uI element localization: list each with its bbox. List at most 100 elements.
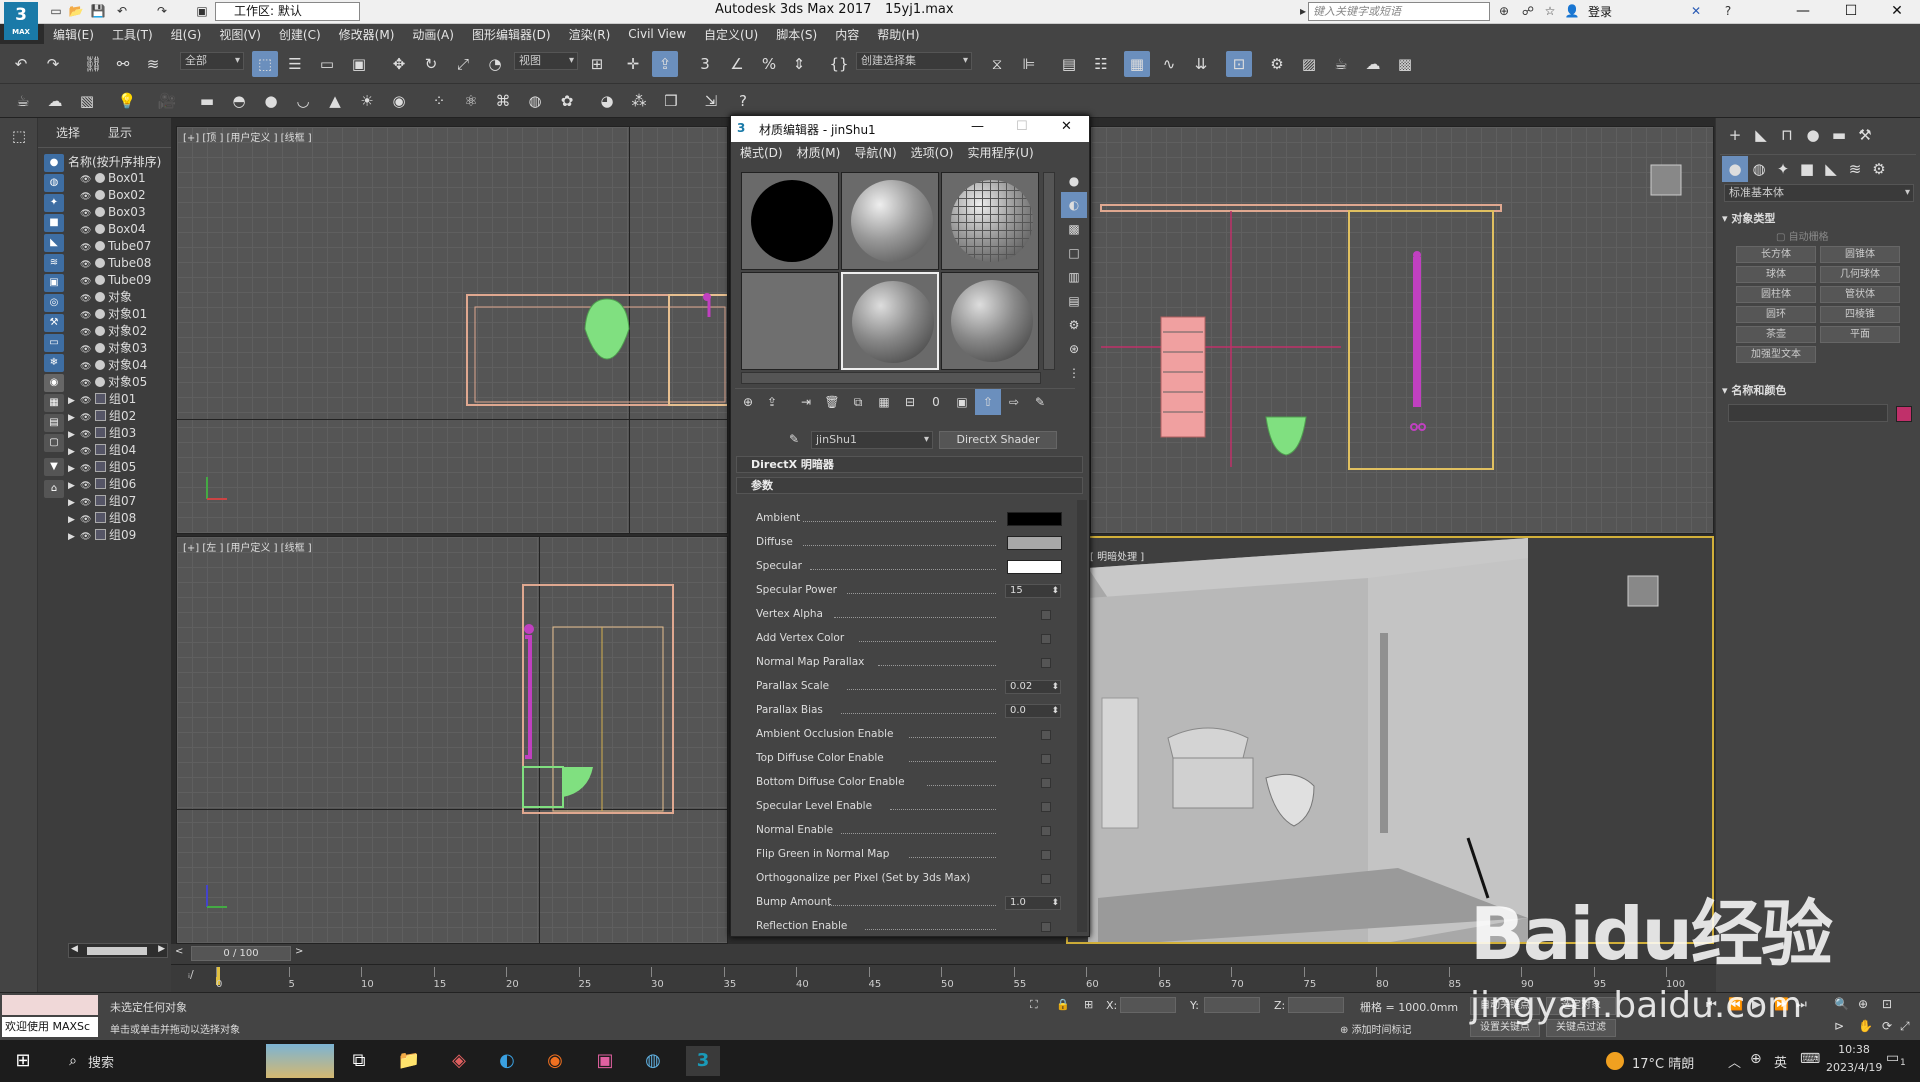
- keyboard-shortcut-icon[interactable]: ⇪: [652, 51, 678, 77]
- modify-tab-icon[interactable]: ◣: [1748, 122, 1774, 148]
- new-file-icon[interactable]: ▭: [48, 3, 64, 19]
- help-circle-icon[interactable]: ?: [730, 88, 756, 114]
- scene-explorer-icon[interactable]: ☷: [1088, 51, 1114, 77]
- teapot-button[interactable]: 茶壶: [1736, 326, 1816, 343]
- rollout-parameters[interactable]: 参数: [736, 477, 1083, 494]
- field-of-view-icon[interactable]: ⊳: [1834, 1019, 1844, 1033]
- ribbon-icon[interactable]: ▦: [1124, 51, 1150, 77]
- scale-icon[interactable]: ⤢: [450, 51, 476, 77]
- params-scrollbar[interactable]: [1077, 500, 1087, 932]
- assign-to-selection-icon[interactable]: ⇥: [793, 389, 819, 415]
- filter-list-icon[interactable]: ▤: [44, 414, 64, 432]
- box-button[interactable]: 长方体: [1736, 246, 1816, 263]
- menu-edit[interactable]: 编辑(E): [44, 26, 103, 43]
- search-input[interactable]: 键入关键字或短语: [1308, 2, 1490, 21]
- x-coord-field[interactable]: [1120, 997, 1176, 1013]
- windows-start-icon[interactable]: ⊞: [6, 1046, 40, 1076]
- layer-manager-icon[interactable]: ▤: [1056, 51, 1082, 77]
- user-icon[interactable]: 👤: [1564, 3, 1580, 19]
- plant-icon[interactable]: ✿: [554, 88, 580, 114]
- mated-close-button[interactable]: ✕: [1061, 119, 1072, 134]
- slots-scrollbar[interactable]: [1043, 172, 1055, 370]
- explorer-column-header[interactable]: 名称(按升序排序): [68, 153, 161, 170]
- render-production-icon[interactable]: ☕: [1328, 51, 1354, 77]
- explorer-scrollbar[interactable]: ◀ ▶: [68, 943, 168, 958]
- app-icon-3[interactable]: ◍: [636, 1046, 670, 1076]
- param-checkbox[interactable]: [1041, 778, 1051, 788]
- pyramid-button[interactable]: 四棱锥: [1820, 306, 1900, 323]
- eyedropper-icon[interactable]: ✎: [789, 432, 799, 446]
- param-checkbox[interactable]: [1041, 610, 1051, 620]
- sample-type-icon[interactable]: ●: [1061, 168, 1087, 194]
- mated-menu-options[interactable]: 选项(O): [904, 144, 961, 161]
- list-item[interactable]: 👁 Box02: [68, 187, 146, 204]
- list-item[interactable]: ▶ 👁 组08: [68, 510, 136, 527]
- param-checkbox[interactable]: [1041, 634, 1051, 644]
- align-icon[interactable]: ⊫: [1016, 51, 1042, 77]
- object-color-swatch[interactable]: [1896, 406, 1912, 422]
- camera-icon[interactable]: 🎥: [154, 88, 180, 114]
- curve-editor-icon[interactable]: ∿: [1156, 51, 1182, 77]
- slots-hscrollbar[interactable]: [741, 372, 1041, 384]
- viewport-left[interactable]: [+] [左 ] [用户定义 ] [线框 ]: [176, 536, 728, 944]
- show-map-icon[interactable]: 0: [923, 389, 949, 415]
- autogrid-checkbox[interactable]: ▢ 自动栅格: [1776, 228, 1829, 243]
- list-item[interactable]: 👁 Tube09: [68, 272, 151, 289]
- menu-civil-view[interactable]: Civil View: [619, 27, 695, 41]
- favorites-icon[interactable]: ☆: [1542, 3, 1558, 19]
- pivot-icon[interactable]: ⊞: [584, 51, 610, 77]
- hierarchy-tab-icon[interactable]: ⊓: [1774, 122, 1800, 148]
- angle-snap-icon[interactable]: ∠: [724, 51, 750, 77]
- percent-snap-icon[interactable]: %: [756, 51, 782, 77]
- filter-geometry-icon[interactable]: ●: [44, 154, 64, 172]
- video-color-check-icon[interactable]: ▥: [1061, 264, 1087, 290]
- workspace-dropdown[interactable]: 工作区: 默认: [215, 2, 360, 21]
- render-cloud-icon[interactable]: ☁: [1360, 51, 1386, 77]
- undo-icon[interactable]: ↶: [8, 51, 34, 77]
- filter-lock-icon[interactable]: ⌂: [44, 480, 64, 498]
- rollout-directx-shader[interactable]: DirectX 明暗器: [736, 456, 1083, 473]
- geometry-icon[interactable]: ●: [1722, 156, 1748, 182]
- cone-button[interactable]: 圆锥体: [1820, 246, 1900, 263]
- sample-slot-3[interactable]: [941, 172, 1039, 270]
- weather-icon[interactable]: [1606, 1052, 1624, 1070]
- get-material-icon[interactable]: ⊕: [735, 389, 761, 415]
- pick-material-icon[interactable]: ✎: [1027, 389, 1053, 415]
- display-eye-icon[interactable]: ◉: [44, 374, 64, 392]
- menu-animation[interactable]: 动画(A): [403, 26, 463, 43]
- isolate-icon[interactable]: ⛶: [1030, 998, 1038, 1012]
- geosphere-button[interactable]: 几何球体: [1820, 266, 1900, 283]
- sun-icon[interactable]: ☀: [354, 88, 380, 114]
- unlink-icon[interactable]: ⚯: [110, 51, 136, 77]
- create-tab-icon[interactable]: +: [1722, 122, 1748, 148]
- filter-groups-icon[interactable]: ▣: [44, 274, 64, 292]
- manipulate-icon[interactable]: ✛: [620, 51, 646, 77]
- filter-info-icon[interactable]: ▢: [44, 434, 64, 452]
- background-icon[interactable]: ▩: [1061, 216, 1087, 242]
- shapes-icon[interactable]: ◍: [1746, 156, 1772, 182]
- rect-selection-icon[interactable]: ▭: [314, 51, 340, 77]
- menu-views[interactable]: 视图(V): [210, 26, 270, 43]
- color-dots-icon[interactable]: ⁂: [626, 88, 652, 114]
- spot-light-icon[interactable]: ▲: [322, 88, 348, 114]
- window-crossing-icon[interactable]: ▣: [346, 51, 372, 77]
- mated-menu-material[interactable]: 材质(M): [790, 144, 848, 161]
- select-by-name-icon[interactable]: ☰: [282, 51, 308, 77]
- edit-named-sel-icon[interactable]: {}: [826, 51, 852, 77]
- zoom-extents-icon[interactable]: ⊡: [1882, 997, 1892, 1011]
- render-setup-icon[interactable]: ⚙: [1264, 51, 1290, 77]
- orbit-icon[interactable]: ⟳: [1882, 1019, 1892, 1033]
- box-icon[interactable]: ▬: [194, 88, 220, 114]
- dome-icon[interactable]: ◓: [226, 88, 252, 114]
- list-item[interactable]: 👁 Box04: [68, 221, 146, 238]
- input-language[interactable]: 英: [1774, 1052, 1787, 1071]
- sample-slot-5[interactable]: [841, 272, 939, 370]
- make-preview-icon[interactable]: ▤: [1061, 288, 1087, 314]
- menu-modifiers[interactable]: 修改器(M): [330, 26, 404, 43]
- abs-mode-icon[interactable]: ⊞: [1084, 998, 1093, 1011]
- menu-scripting[interactable]: 脚本(S): [767, 26, 826, 43]
- color-swatch[interactable]: [1007, 536, 1062, 550]
- maxscript-mini-listener[interactable]: 欢迎使用 MAXSc: [2, 1017, 98, 1037]
- community-icon[interactable]: ☍: [1520, 3, 1536, 19]
- snap-3d-icon[interactable]: 3: [692, 51, 718, 77]
